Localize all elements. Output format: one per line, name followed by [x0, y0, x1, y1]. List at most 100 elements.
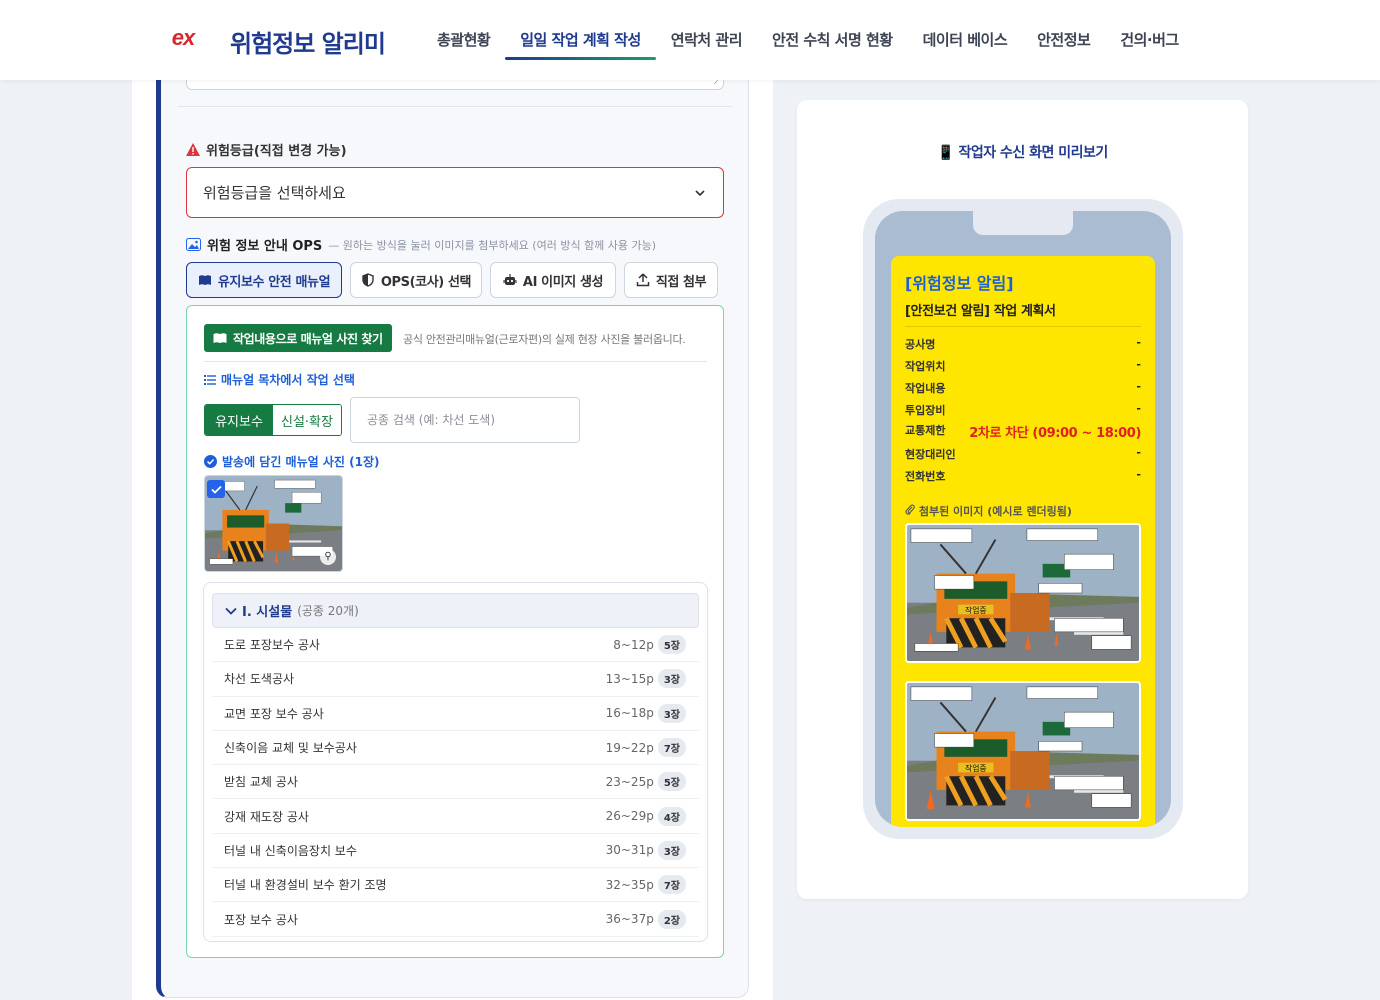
- risk-level-select[interactable]: 위험등급을 선택하세요: [186, 167, 724, 218]
- field-row: 교통제한 2차로 차단 (09:00 ~ 18:00): [905, 422, 1141, 441]
- list-icon: [204, 374, 216, 385]
- ops-select-button[interactable]: OPS(코사) 선택: [350, 262, 482, 298]
- scene-sign-text: 작업중: [965, 763, 987, 773]
- field-key: 작업위치: [905, 360, 946, 373]
- nav-item-database[interactable]: 데이터 베이스: [908, 0, 1023, 80]
- field-value: -: [1136, 402, 1141, 415]
- segment-maintenance[interactable]: 유지보수: [205, 405, 273, 435]
- check-circle-icon: [204, 455, 217, 468]
- field-value: -: [1136, 446, 1141, 459]
- toc-row-name: 신축이음 교체 및 보수공사: [224, 741, 357, 756]
- toc-row-count-badge: 2장: [657, 909, 686, 929]
- toc-row[interactable]: 받침 교체 공사 23~25p 5장: [212, 765, 699, 800]
- risk-level-select-value: 위험등급을 선택하세요: [203, 184, 346, 202]
- field-key: 공사명: [905, 338, 936, 351]
- manual-photo-thumbnail[interactable]: ⚲: [204, 475, 343, 572]
- field-value: -: [1136, 380, 1141, 393]
- nav-item-contacts[interactable]: 연락처 관리: [656, 0, 757, 80]
- phone-notch: [973, 211, 1073, 235]
- divider: [178, 106, 732, 107]
- toc-row-name: 교면 포장 보수 공사: [224, 706, 324, 721]
- ai-image-label: AI 이미지 생성: [522, 274, 604, 290]
- toc-row-count-badge: 7장: [657, 875, 686, 895]
- toc-row-pages: 32~35p: [605, 877, 654, 892]
- field-row: 현장대리인 -: [905, 446, 1141, 462]
- paperclip-icon: [905, 504, 915, 515]
- toc-group-header[interactable]: I. 시설물 (공종 20개): [212, 593, 699, 628]
- top-navbar: ex 위험정보 알리미 총괄현황 일일 작업 계획 작성 연락처 관리 안전 수…: [0, 0, 1380, 80]
- field-value: -: [1136, 468, 1141, 481]
- toc-rows: 도로 포장보수 공사 8~12p 5장 차선 도색공사 13~15p 3장 교면 포장 …: [212, 628, 699, 937]
- alert-message: [위험정보 알림] [안전보건 알림] 작업 계획서 공사명 - 작업위치 - 작업…: [891, 256, 1155, 827]
- toc-row-count-badge: 7장: [657, 738, 686, 758]
- logo-text[interactable]: 위험정보 알리미: [230, 24, 386, 59]
- checkbox-checked-icon[interactable]: [207, 480, 225, 498]
- chevron-down-icon: [695, 189, 705, 196]
- logo-mark-text: ex: [171, 25, 196, 50]
- toc-group-count: (공종 20개): [297, 604, 359, 618]
- preview-title: 📱 작업자 수신 화면 미리보기: [937, 145, 1108, 161]
- toc-row-count-badge: 3장: [657, 669, 686, 689]
- toc-row-name: 강재 재도장 공사: [224, 809, 309, 824]
- nav-item-daily-plan[interactable]: 일일 작업 계획 작성: [505, 0, 656, 80]
- traffic-restriction-value: 2차로 차단 (09:00 ~ 18:00): [969, 426, 1141, 441]
- zoom-icon[interactable]: ⚲: [320, 549, 336, 565]
- toc-row[interactable]: 강재 재도장 공사 26~29p 4장: [212, 799, 699, 834]
- upload-icon: [636, 273, 650, 287]
- toc-row-count-badge: 4장: [657, 806, 686, 826]
- divider: [204, 361, 707, 362]
- image-icon: [186, 238, 201, 251]
- toc-row[interactable]: 도로 포장보수 공사 8~12p 5장: [212, 628, 699, 663]
- attach-method-buttons: 유지보수 안전 매뉴얼 OPS(코사) 선택 AI 이미지 생성 직접 첨부: [186, 262, 718, 298]
- phone-screen: [위험정보 알림] [안전보건 알림] 작업 계획서 공사명 - 작업위치 - 작업…: [875, 211, 1171, 827]
- field-key: 교통제한: [905, 424, 946, 437]
- manual-method-label: 유지보수 안전 매뉴얼: [217, 274, 331, 290]
- toc-row-count-badge: 3장: [657, 840, 686, 860]
- nav-item-feedback[interactable]: 건의·버그: [1105, 0, 1193, 80]
- ops-select-label: OPS(코사) 선택: [380, 274, 472, 290]
- segment-new-construction[interactable]: 신설·확장: [273, 405, 341, 435]
- nav-item-overview[interactable]: 총괄현황: [422, 0, 505, 80]
- toc-row-pages: 8~12p: [613, 637, 654, 652]
- attached-image: 작업중: [905, 523, 1141, 663]
- road-work-photo: 작업중: [907, 683, 1139, 819]
- toc-row[interactable]: 터널 내 신축이음장치 보수 30~31p 3장: [212, 834, 699, 869]
- toc-row-pages: 13~15p: [605, 671, 654, 686]
- book-icon: [213, 333, 227, 343]
- toc-row[interactable]: 교면 포장 보수 공사 16~18p 3장: [212, 697, 699, 731]
- attached-images-title-text: 첨부된 이미지 (예시로 렌더링됨): [918, 505, 1072, 518]
- toc-row-count-badge: 3장: [657, 703, 686, 723]
- risk-level-label: 위험등급(직접 변경 가능): [186, 140, 347, 159]
- find-manual-photo-label: 작업내용으로 매뉴얼 사진 찾기: [233, 331, 383, 346]
- direct-attach-button[interactable]: 직접 첨부: [624, 262, 718, 298]
- find-manual-photo-button[interactable]: 작업내용으로 매뉴얼 사진 찾기: [204, 324, 392, 352]
- nav-item-signature-status[interactable]: 안전 수칙 서명 현황: [757, 0, 908, 80]
- toc-row[interactable]: 신축이음 교체 및 보수공사 19~22p 7장: [212, 731, 699, 766]
- toc-title: 매뉴얼 목차에서 작업 선택: [204, 371, 355, 388]
- direct-attach-label: 직접 첨부: [655, 274, 707, 290]
- work-search-input[interactable]: [350, 397, 580, 443]
- manual-method-button[interactable]: 유지보수 안전 매뉴얼: [186, 262, 342, 298]
- toc-row[interactable]: 포장 보수 공사 36~37p 2장: [212, 902, 699, 937]
- ops-title: 위험 정보 안내 OPS: [207, 239, 323, 254]
- book-icon: [198, 275, 211, 285]
- road-work-photo: 작업중: [907, 525, 1139, 661]
- ops-section-label: 위험 정보 안내 OPS — 원하는 방식을 눌러 이미지를 첨부하세요 (여러…: [186, 235, 656, 254]
- logo-mark[interactable]: ex: [152, 24, 214, 52]
- divider: [905, 326, 1141, 327]
- nav-item-safety-info[interactable]: 안전정보: [1022, 0, 1105, 80]
- toc-row[interactable]: 터널 내 환경설비 보수 환기 조명 32~35p 7장: [212, 868, 699, 903]
- risk-level-label-text: 위험등급(직접 변경 가능): [206, 144, 347, 159]
- preview-card: 📱 작업자 수신 화면 미리보기 [위험정보 알림] [안전보건 알림] 작업 …: [797, 100, 1248, 899]
- toc-row[interactable]: 차선 도색공사 13~15p 3장: [212, 662, 699, 697]
- toc-row-name: 도로 포장보수 공사: [224, 638, 320, 653]
- ops-hint: — 원하는 방식을 눌러 이미지를 첨부하세요 (여러 방식 함께 사용 가능): [328, 238, 657, 252]
- field-row: 전화번호 -: [905, 468, 1141, 484]
- field-key: 현장대리인: [905, 448, 956, 461]
- alert-subtitle: [안전보건 알림] 작업 계획서: [905, 304, 1056, 319]
- ai-image-button[interactable]: AI 이미지 생성: [490, 262, 616, 298]
- field-key: 작업내용: [905, 382, 946, 395]
- scene-sign-text: 작업중: [965, 605, 987, 615]
- field-value: -: [1136, 358, 1141, 371]
- toc-row-pages: 16~18p: [605, 706, 654, 721]
